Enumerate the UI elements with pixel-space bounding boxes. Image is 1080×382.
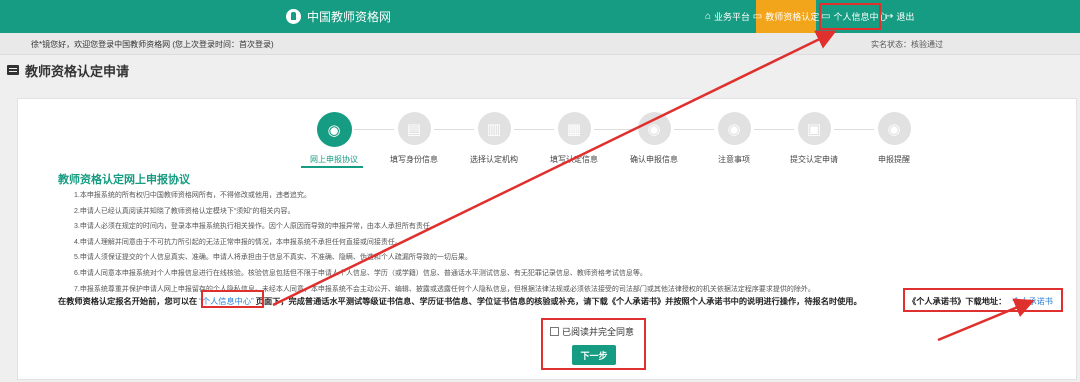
annotation-arrows — [272, 30, 1035, 342]
arrow-to-download-link — [937, 298, 1035, 342]
arrow-to-personal-center — [272, 30, 837, 307]
